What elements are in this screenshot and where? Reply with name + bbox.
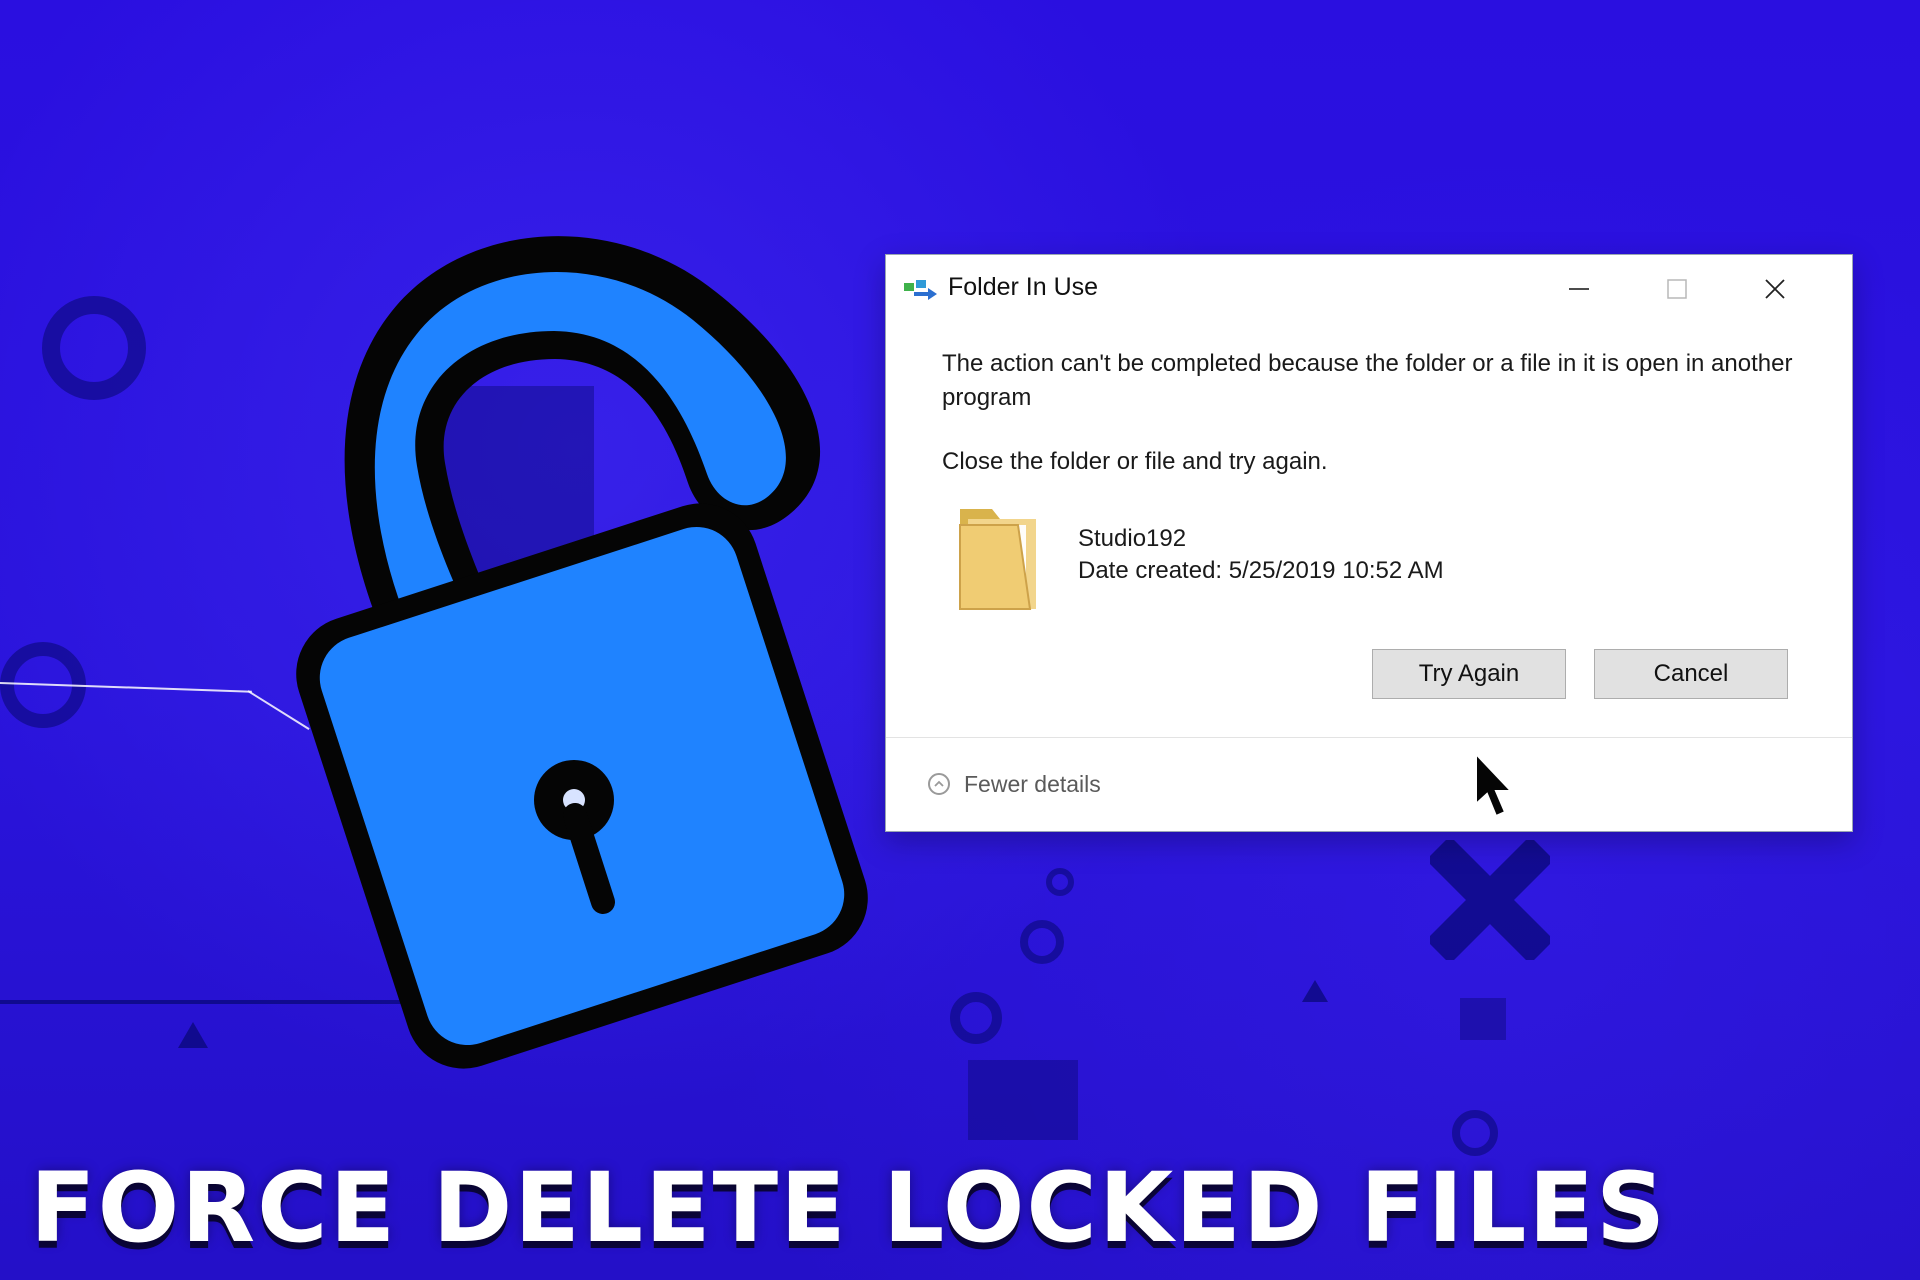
triangle-icon [1302, 980, 1328, 1002]
background-ring [1020, 920, 1064, 964]
background-ring [1046, 868, 1074, 896]
mouse-pointer-icon [1475, 752, 1514, 818]
dialog-message-area: The action can't be completed because th… [942, 347, 1802, 479]
try-again-button[interactable]: Try Again [1372, 649, 1566, 699]
file-date-created: Date created: 5/25/2019 10:52 AM [1078, 557, 1444, 584]
error-message: The action can't be completed because th… [942, 350, 1793, 411]
maximize-icon [1667, 279, 1687, 299]
headline: FORCE DELETE LOCKED FILES [30, 1152, 1668, 1264]
dialog-titlebar[interactable]: Folder In Use [886, 255, 1852, 323]
background-ring [1452, 1110, 1498, 1156]
instruction-message: Close the folder or file and try again. [942, 448, 1328, 475]
minimize-button[interactable] [1556, 269, 1602, 309]
folder-transfer-icon [904, 280, 937, 300]
fewer-details-label: Fewer details [964, 770, 1101, 797]
chevron-up-icon [928, 773, 950, 795]
folder-in-use-dialog: Folder In Use The action can't be comple… [885, 254, 1853, 832]
triangle-icon [178, 1022, 208, 1048]
background-shape [1460, 998, 1506, 1040]
cancel-button[interactable]: Cancel [1594, 649, 1788, 699]
x-mark-icon [1430, 840, 1550, 960]
close-icon [1765, 279, 1785, 299]
dialog-title: Folder In Use [948, 273, 1099, 301]
background-ring [42, 296, 146, 400]
fewer-details-toggle[interactable]: Fewer details [928, 767, 1248, 801]
close-button[interactable] [1752, 269, 1798, 309]
file-info: Studio192 Date created: 5/25/2019 10:52 … [950, 501, 1710, 621]
maximize-button[interactable] [1654, 269, 1700, 309]
minimize-icon [1569, 288, 1589, 290]
file-name: Studio192 [1078, 525, 1187, 552]
folder-icon [959, 509, 1036, 610]
dialog-separator [886, 737, 1852, 738]
